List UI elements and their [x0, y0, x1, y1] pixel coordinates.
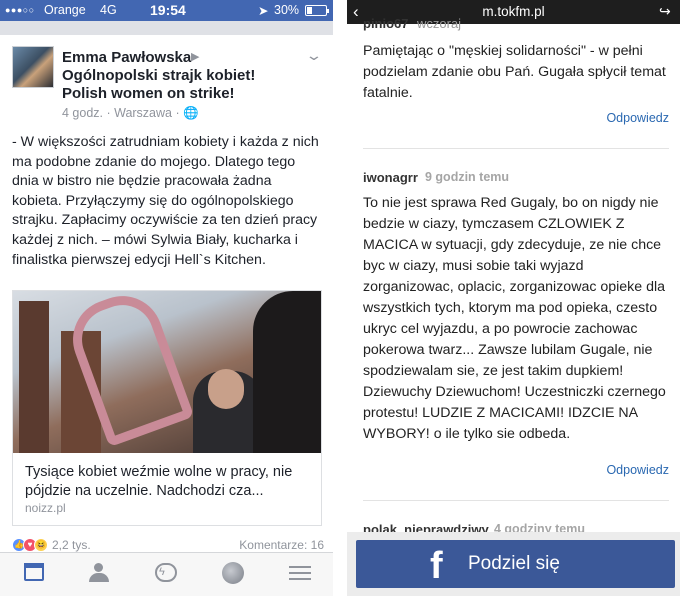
facebook-icon: f [430, 545, 443, 587]
messenger-bolt-icon: ϟ [159, 566, 165, 578]
group-name[interactable]: Ogólnopolski strajk kobiet! [62, 67, 255, 84]
share-bar: f Podziel się [347, 532, 680, 596]
carrier-name: Orange [44, 3, 86, 17]
facebook-share-button[interactable]: f Podziel się [356, 540, 675, 588]
friends-icon-body [89, 573, 109, 582]
reply-link[interactable]: Odpowiedz [606, 111, 669, 125]
share-button-label: Podziel się [468, 553, 560, 574]
tokfm-browser-screen: m.tokfm.pl ‹ ↪ pinio67 wczoraj Pamiętają… [347, 0, 680, 596]
feed-separator [0, 21, 333, 35]
comment-text: Pamiętając o "męskiej solidarności" - w … [363, 43, 666, 101]
network-type: 4G [100, 3, 117, 17]
status-bar: ●●●○○ Orange 4G 19:54 ➤ 30% [0, 0, 333, 21]
signal-strength-icon: ●●●○○ [5, 5, 35, 15]
avatar[interactable] [12, 46, 54, 88]
menu-icon [289, 566, 311, 568]
link-preview-domain: noizz.pl [25, 501, 66, 515]
status-time: 19:54 [150, 2, 186, 18]
arrow-right-icon: ▶ [191, 51, 200, 63]
battery-percentage: 30% [274, 3, 300, 17]
comment-time: wczoraj [417, 16, 462, 31]
reply-link[interactable]: Odpowiedz [606, 463, 669, 477]
chevron-down-icon[interactable]: ⌄ [305, 47, 323, 64]
globe-icon [222, 562, 244, 584]
church-tower-shape [19, 301, 49, 453]
comment-author[interactable]: pinio67 [363, 16, 409, 31]
comment-time: 9 godzin temu [425, 170, 510, 184]
tab-news-feed[interactable] [22, 561, 46, 585]
post-meta: 4 godz. · Warszawa · 🌐 [62, 106, 199, 120]
comment-count[interactable]: Komentarze: 16 [239, 538, 324, 552]
location-arrow-icon: ➤ [258, 4, 269, 18]
comment-divider [363, 500, 669, 501]
reaction-count[interactable]: 2,2 tys. [52, 538, 91, 552]
battery-icon [305, 5, 329, 16]
haha-reaction-icon: 😆 [34, 538, 48, 552]
link-preview-title: Tysiące kobiet weźmie wolne w pracy, nie… [25, 464, 293, 499]
back-icon[interactable]: ‹ [353, 2, 359, 22]
link-preview-image [13, 291, 321, 453]
comment-author[interactable]: iwonagrr [363, 170, 418, 185]
post-author[interactable]: Emma Pawłowska [62, 49, 191, 66]
feed-icon-bar [24, 563, 44, 568]
friends-icon [94, 563, 103, 572]
menu-icon-line [289, 572, 311, 574]
protester-face-shape [208, 369, 244, 409]
menu-icon-line [289, 578, 311, 580]
facebook-app-screen: ●●●○○ Orange 4G 19:54 ➤ 30% Emma Pawłows… [0, 0, 333, 596]
group-name-english[interactable]: Polish women on strike! [62, 85, 235, 102]
post-body: - W większości zatrudniam kobiety i każd… [12, 134, 319, 268]
link-preview-card[interactable]: Tysiące kobiet weźmie wolne w pracy, nie… [12, 290, 322, 526]
post-header: Emma Pawłowska ▶ Ogólnopolski strajk kob… [0, 35, 333, 127]
comment-divider [363, 148, 669, 149]
bottom-tab-bar: ϟ [0, 552, 333, 596]
tab-notifications[interactable] [221, 561, 245, 585]
screenshot-divider [333, 0, 347, 596]
comment-text: To nie jest sprawa Red Gugaly, bo on nig… [363, 195, 666, 442]
protester-shape [253, 291, 321, 453]
tab-more[interactable] [288, 561, 312, 585]
tab-messenger[interactable]: ϟ [154, 561, 178, 585]
tab-friends[interactable] [87, 561, 111, 585]
share-icon[interactable]: ↪ [659, 3, 671, 20]
